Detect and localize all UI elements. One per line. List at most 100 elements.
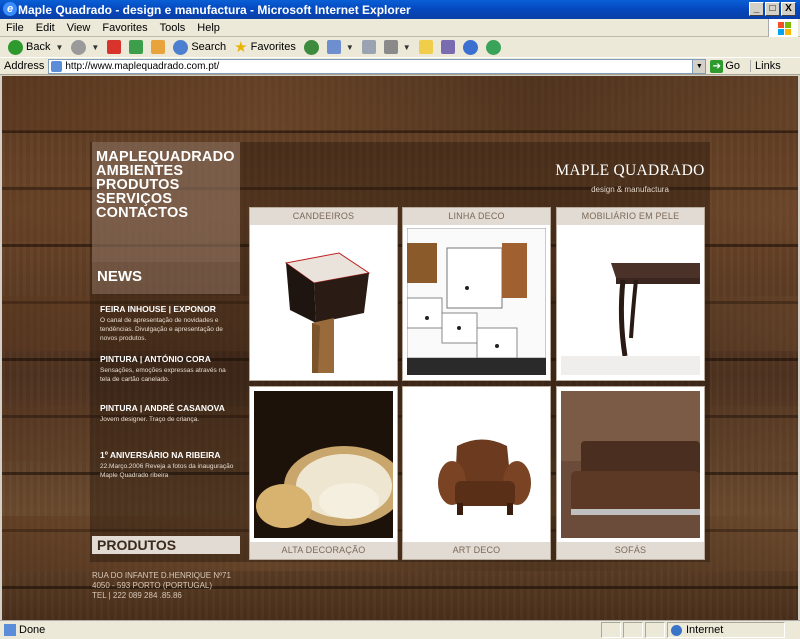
tile-sofas[interactable]: SOFÁS xyxy=(556,386,705,560)
search-icon xyxy=(173,39,189,55)
mail-dropdown-icon[interactable]: ▼ xyxy=(346,43,354,52)
tile-caption: LINHA DECO xyxy=(403,208,550,225)
folder-icon xyxy=(418,40,433,54)
lamp-image xyxy=(254,228,393,375)
status-zone: Internet xyxy=(667,622,785,638)
home-button[interactable] xyxy=(147,38,169,56)
back-button[interactable]: Back ▼ xyxy=(4,38,67,56)
search-button[interactable]: Search xyxy=(169,38,230,56)
mail-button[interactable]: ▼ xyxy=(323,38,358,56)
news-item-text: O canal de apresentação de novidades e t… xyxy=(100,317,223,342)
nav-ambientes[interactable]: AMBIENTES xyxy=(92,164,240,179)
brand-logo[interactable]: MAPLE QUADRADO design & manufactura xyxy=(550,162,710,194)
tile-caption: SOFÁS xyxy=(557,542,704,559)
home-icon xyxy=(151,40,166,54)
back-dropdown-icon[interactable]: ▼ xyxy=(55,43,63,52)
status-cell xyxy=(623,622,643,638)
window-title-bar[interactable]: e Maple Quadrado - design e manufactura … xyxy=(0,0,800,19)
menu-edit[interactable]: Edit xyxy=(36,22,55,34)
edit-button[interactable]: ▼ xyxy=(380,38,415,56)
tile-caption: CANDEEIROS xyxy=(250,208,397,225)
menu-favorites[interactable]: Favorites xyxy=(102,22,147,34)
leather-table-image xyxy=(561,228,700,375)
news-item-text: 22.Março.2006 Reveja a fotos da inaugura… xyxy=(100,463,234,479)
tile-art-deco[interactable]: ART DECO xyxy=(402,386,551,560)
news-item-text: Jovem designer. Traço de criança. xyxy=(100,416,199,423)
address-line: TEL | 222 089 284 .85.86 xyxy=(92,591,182,600)
print-icon xyxy=(361,40,376,54)
discuss-button[interactable] xyxy=(415,38,437,56)
address-input[interactable]: http://www.maplequadrado.com.pt/ ▼ xyxy=(48,58,707,74)
news-item[interactable]: PINTURA | ANDRÉ CASANOVA Jovem designer.… xyxy=(100,403,235,424)
news-title: NEWS xyxy=(97,268,142,285)
news-item[interactable]: PINTURA | ANTÓNIO CORA Sensações, emoçõe… xyxy=(100,354,235,384)
zone-label: Internet xyxy=(686,624,724,636)
go-button[interactable]: ➔ Go xyxy=(710,59,741,73)
news-item[interactable]: FEIRA INHOUSE | EXPONOR O canal de apres… xyxy=(100,304,235,343)
refresh-button[interactable] xyxy=(125,38,147,56)
tile-caption: ART DECO xyxy=(403,542,550,559)
ie-logo-icon: e xyxy=(3,2,17,16)
nav-contactos[interactable]: CONTACTOS xyxy=(92,206,240,221)
menu-bar: File Edit View Favorites Tools Help xyxy=(0,19,800,37)
address-line: RUA DO INFANTE D.HENRIQUE Nº71 xyxy=(92,571,231,580)
site-container: MAPLEQUADRADO AMBIENTES PRODUTOS SERVIÇO… xyxy=(90,142,710,600)
page-viewport: MAPLEQUADRADO AMBIENTES PRODUTOS SERVIÇO… xyxy=(2,76,798,620)
print-button[interactable] xyxy=(358,38,380,56)
minimize-button[interactable]: _ xyxy=(749,2,764,16)
status-bar: Done Internet xyxy=(0,620,800,639)
status-cell xyxy=(645,622,665,638)
menu-view[interactable]: View xyxy=(67,22,91,34)
favorites-button[interactable]: ★ Favorites xyxy=(230,38,300,56)
go-label: Go xyxy=(725,60,741,72)
messenger-button[interactable] xyxy=(459,38,482,56)
produtos-link[interactable]: PRODUTOS xyxy=(92,536,240,554)
tile-mobiliario-em-pele[interactable]: MOBILIÁRIO EM PELE xyxy=(556,207,705,381)
baroque-sofa-image xyxy=(254,391,393,538)
forward-dropdown-icon[interactable]: ▼ xyxy=(91,43,99,52)
nav-servicos[interactable]: SERVIÇOS xyxy=(92,192,240,207)
buddy-icon xyxy=(485,39,501,55)
research-icon xyxy=(440,40,455,54)
buddy-button[interactable] xyxy=(482,38,505,56)
address-label: Address xyxy=(4,60,45,72)
close-button[interactable]: X xyxy=(781,2,796,16)
status-text: Done xyxy=(19,624,46,636)
edit-dropdown-icon[interactable]: ▼ xyxy=(403,43,411,52)
star-icon: ★ xyxy=(234,39,248,56)
research-button[interactable] xyxy=(437,38,459,56)
address-url: http://www.maplequadrado.com.pt/ xyxy=(65,60,220,72)
standard-toolbar: Back ▼ ▼ Search ★ Favorites ▼ ▼ xyxy=(0,37,800,57)
brand-tagline: design & manufactura xyxy=(591,185,669,194)
page-icon xyxy=(51,60,63,72)
address-dropdown-icon[interactable]: ▼ xyxy=(692,59,706,73)
news-header: NEWS xyxy=(92,262,240,294)
stop-button[interactable] xyxy=(103,38,125,56)
menu-help[interactable]: Help xyxy=(197,22,220,34)
menu-file[interactable]: File xyxy=(6,22,24,34)
favorites-label: Favorites xyxy=(250,41,296,53)
news-item-text: Sensações, emoções expressas através na … xyxy=(100,367,226,383)
nav-maplequadrado[interactable]: MAPLEQUADRADO xyxy=(92,150,240,165)
tile-candeeiros[interactable]: CANDEEIROS xyxy=(249,207,398,381)
go-arrow-icon: ➔ xyxy=(710,59,724,73)
forward-arrow-icon xyxy=(71,39,87,55)
forward-button[interactable]: ▼ xyxy=(67,38,103,56)
news-item[interactable]: 1º ANIVERSÁRIO NA RIBEIRA 22.Março.2006 … xyxy=(100,450,235,480)
nav-produtos[interactable]: PRODUTOS xyxy=(92,178,240,193)
tile-linha-deco[interactable]: LINHA DECO xyxy=(402,207,551,381)
links-button[interactable]: Links xyxy=(750,60,781,72)
history-button[interactable] xyxy=(300,38,323,56)
tile-alta-decoracao[interactable]: ALTA DECORAÇÃO xyxy=(249,386,398,560)
search-label: Search xyxy=(191,41,227,53)
maximize-button[interactable]: □ xyxy=(765,2,780,16)
refresh-icon xyxy=(129,40,144,54)
news-item-title: PINTURA | ANTÓNIO CORA xyxy=(100,354,211,364)
footer-address: RUA DO INFANTE D.HENRIQUE Nº71 4050 - 59… xyxy=(92,571,231,601)
windows-flag-icon xyxy=(768,19,798,37)
tile-caption: MOBILIÁRIO EM PELE xyxy=(557,208,704,225)
menu-tools[interactable]: Tools xyxy=(160,22,186,34)
tile-caption: ALTA DECORAÇÃO xyxy=(250,542,397,559)
drawer-cabinet-image xyxy=(407,228,546,375)
main-nav: MAPLEQUADRADO AMBIENTES PRODUTOS SERVIÇO… xyxy=(92,142,240,262)
